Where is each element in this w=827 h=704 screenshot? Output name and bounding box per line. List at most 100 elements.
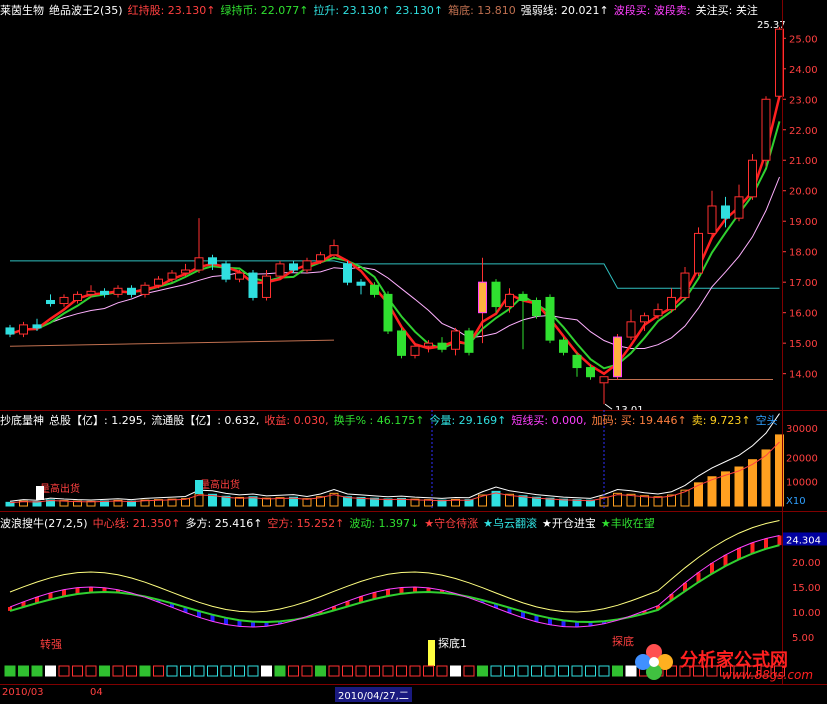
signal-box xyxy=(517,665,529,677)
indicator-value: 强弱线: 20.021↑ xyxy=(520,4,609,17)
wave-center-line xyxy=(9,535,780,628)
price-axis-tick: 15.00 xyxy=(789,339,818,350)
candle-body xyxy=(208,257,217,265)
signal-box xyxy=(571,665,583,677)
indicator-value: ★丰收在望 xyxy=(600,517,655,530)
signal-box xyxy=(355,665,367,677)
signal-box xyxy=(247,665,259,677)
cursor-date-label: 2010/04/27,二 xyxy=(335,687,412,702)
candle-body xyxy=(505,293,514,308)
indicator-value: 空方: 15.252↑ xyxy=(267,517,345,530)
price-axis-tick: 23.00 xyxy=(789,95,818,106)
candle-body xyxy=(410,345,420,356)
indicator-value: 箱底: 13.810 xyxy=(448,4,516,17)
signal-box xyxy=(558,665,569,677)
candle-body xyxy=(5,327,15,335)
signal-box xyxy=(207,665,218,677)
indicator-value: 中心线: 21.350↑ xyxy=(92,517,181,530)
candle-body xyxy=(653,309,663,317)
box-top-line xyxy=(10,260,780,289)
candle-body xyxy=(694,232,703,274)
signal-box xyxy=(328,665,340,677)
candle-body xyxy=(46,299,55,305)
strength-line xyxy=(9,176,780,349)
candle-body xyxy=(262,275,271,298)
indicator-value: 流通股【亿】: 0.632, xyxy=(151,414,260,427)
indicator-value: 换手% : 46.175↑ xyxy=(333,414,425,427)
candle-body xyxy=(167,272,177,280)
candle-body xyxy=(100,290,109,295)
candle-body xyxy=(451,330,460,350)
indicator-value: 红持股: 23.130↑ xyxy=(127,4,216,17)
candle-body xyxy=(640,315,649,323)
indicator-value: 波动: 1.397↓ xyxy=(349,517,420,530)
indicator-value: 加码: 买: 19.446↑ xyxy=(591,414,687,427)
indicator-value: 收益: 0.030, xyxy=(264,414,329,427)
candle-body xyxy=(275,263,285,277)
wave-indicator-header: 波浪搜牛(27,2,5) 中心线: 21.350↑ 多方: 25.416↑ 空方: 1… xyxy=(0,515,827,531)
price-axis-tick: 22.00 xyxy=(789,126,818,137)
candle-body xyxy=(734,196,744,219)
indicator-value: 23.130↑ xyxy=(395,4,444,17)
candle-body xyxy=(599,376,609,384)
candle-body xyxy=(140,284,150,295)
candle-body xyxy=(721,205,730,219)
volume-bar xyxy=(761,449,771,507)
indicator-value: 抄底量神 xyxy=(0,414,44,427)
candle-body xyxy=(86,290,96,295)
signal-box xyxy=(342,665,353,677)
logo-url: www.88gs.com xyxy=(722,668,814,682)
candle-body xyxy=(491,281,501,308)
candle-body xyxy=(113,287,123,295)
indicator-value: 多方: 25.416↑ xyxy=(185,517,263,530)
candle-body xyxy=(680,272,690,298)
wave-note: 转强 xyxy=(40,637,62,651)
volume-axis-tick: 20000 xyxy=(786,453,818,464)
candle-body xyxy=(19,324,28,335)
site-logo: 分析家公式网 www.88gs.com xyxy=(632,642,822,684)
signal-box xyxy=(72,665,83,677)
price-chart[interactable]: 25.00 24.00 23.00 22.00 21.00 20.00 19.00 18.00… xyxy=(0,0,827,416)
indicator-value: 绿持币: 22.077↑ xyxy=(220,4,309,17)
signal-box xyxy=(274,665,286,677)
indicator-name: 绝品波王2(35) xyxy=(49,4,123,17)
candle-body xyxy=(32,324,42,329)
indicator-value: ★开仓进宝 xyxy=(542,517,596,530)
signal-box xyxy=(18,665,29,677)
candle-body xyxy=(464,330,474,353)
wave-note: 探底1 xyxy=(438,636,467,650)
candle-body xyxy=(370,284,379,295)
candle-body xyxy=(73,293,82,301)
candle-body xyxy=(559,339,568,353)
indicator-value: ★乌云翻滚 xyxy=(483,517,538,530)
signal-box xyxy=(180,665,191,677)
price-chart-panel[interactable]: 25.00 24.00 23.00 22.00 21.00 20.00 19.00 18.00… xyxy=(0,0,827,416)
price-axis-tick: 14.00 xyxy=(789,370,818,381)
candle-body xyxy=(221,263,231,280)
volume-axis-tick: 10000 xyxy=(786,478,818,489)
candle-body xyxy=(127,287,136,295)
signal-box xyxy=(99,665,110,677)
signal-box xyxy=(396,665,407,677)
candle-body xyxy=(289,263,298,271)
indicator-value: 短线买: 0.000, xyxy=(511,414,587,427)
signal-box xyxy=(58,665,70,677)
signal-box xyxy=(4,665,16,677)
signal-box xyxy=(126,665,137,677)
signal-box xyxy=(193,665,205,677)
price-axis-tick: 21.00 xyxy=(789,156,818,167)
wave-axis-tick: 20.00 xyxy=(792,558,821,569)
candle-body xyxy=(424,342,433,347)
signal-box xyxy=(166,665,178,677)
indicator-value: ★守仓待涨 xyxy=(424,517,479,530)
signal-box xyxy=(436,665,448,677)
axis-divider xyxy=(782,0,783,684)
price-axis-tick: 24.00 xyxy=(789,65,818,76)
candle-body xyxy=(437,342,447,350)
candle-body xyxy=(59,296,69,305)
date-axis[interactable]: 2010/03 04 2010/04/27,二 xyxy=(0,684,827,704)
signal-box xyxy=(261,665,272,677)
signal-box xyxy=(531,665,542,677)
indicator-value: 空头 xyxy=(755,414,778,427)
candle-body xyxy=(586,367,595,378)
